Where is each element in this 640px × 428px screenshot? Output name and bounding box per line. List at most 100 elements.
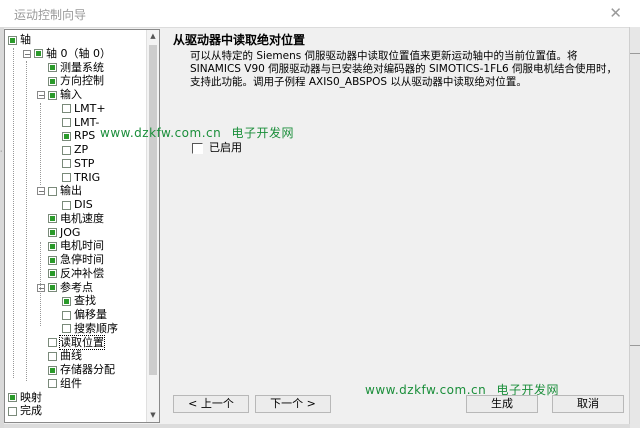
tree-item[interactable]: 轴 (8, 33, 31, 47)
tree-checkbox-icon[interactable] (48, 269, 57, 279)
tree-item[interactable]: 电机时间 (48, 239, 104, 253)
tree-checkbox-icon[interactable] (62, 310, 71, 320)
tree-item-label: STP (74, 156, 95, 170)
tree-checkbox-icon[interactable] (48, 228, 57, 237)
tree-checkbox-icon[interactable] (48, 90, 57, 100)
tree-checkbox-icon[interactable] (62, 159, 71, 169)
tree-item-label: 电机时间 (60, 239, 104, 253)
tree-item-label: 偏移量 (74, 308, 107, 321)
tree-item[interactable]: DIS (62, 198, 93, 212)
tree-item[interactable]: 搜索顺序 (62, 322, 118, 336)
tree-checkbox-icon[interactable] (62, 131, 71, 141)
tree-checkbox-icon[interactable] (48, 186, 57, 196)
tree-checkbox-icon[interactable] (48, 351, 57, 361)
tree-checkbox-icon[interactable] (8, 35, 17, 45)
tree-item-label: 读取位置 (59, 334, 105, 350)
bottom-edge (4, 424, 630, 428)
tree-checkbox-icon[interactable] (48, 365, 57, 375)
tree-checkbox-icon[interactable] (48, 379, 57, 389)
tree-item-label: 搜索顺序 (74, 321, 118, 335)
tree-checkbox-icon[interactable] (62, 296, 71, 306)
enable-checkbox[interactable]: 已启用 (192, 139, 242, 155)
next-button[interactable]: 下一个 > (255, 395, 331, 413)
tree-item-label: 组件 (60, 376, 82, 390)
tree-checkbox-icon[interactable] (48, 241, 57, 251)
tree-checkbox-icon[interactable] (62, 104, 71, 114)
description-line: SINAMICS V90 伺服驱动器与已安装绝对编码器的 SIMOTICS-1F… (190, 63, 617, 75)
tree-item-label: 完成 (20, 404, 42, 418)
scroll-thumb[interactable] (149, 45, 157, 375)
edge-mark-icon: ᐧ (0, 147, 3, 156)
tree-item[interactable]: 曲线 (48, 349, 82, 363)
tree-checkbox-icon[interactable] (8, 406, 17, 416)
wizard-tree[interactable]: ▲ ▼ 轴 − 轴 0（轴 0） − 测量系统方向控制输入 − LMT+LMT-RPSZPS… (4, 29, 160, 423)
tree-item[interactable]: 组件 (48, 377, 82, 391)
tree-item[interactable]: 参考点 (48, 281, 93, 295)
tree-item[interactable]: TRIG (62, 171, 100, 185)
tree-guide-line (26, 61, 27, 381)
tree-item-label: 输入 (60, 88, 82, 101)
right-scroll-edge (629, 27, 640, 428)
tree-checkbox-icon[interactable] (62, 145, 71, 155)
tree-item-label: 参考点 (60, 280, 93, 294)
tree-checkbox-icon[interactable] (48, 214, 57, 224)
tree-item[interactable]: 测量系统 (48, 61, 104, 75)
tree-item[interactable]: 方向控制 (48, 74, 104, 88)
tree-item[interactable]: 存储器分配 (48, 363, 115, 377)
description: 可以从特定的 Siemens 伺服驱动器中读取位置值来更新运动轴中的当前位置值。… (190, 50, 630, 89)
tree-item-label: RPS (74, 129, 96, 143)
tree-item-label: TRIG (74, 170, 101, 184)
tree-item-label: 存储器分配 (60, 363, 115, 376)
prev-button[interactable]: < 上一个 (173, 395, 249, 413)
tree-item[interactable]: JOG (48, 226, 80, 240)
scroll-up-icon[interactable]: ▲ (147, 30, 159, 43)
tree-item-label: 输出 (60, 184, 82, 198)
tree-item[interactable]: 偏移量 (62, 308, 107, 322)
tree-item[interactable]: LMT+ (62, 102, 106, 116)
page-title: 从驱动器中读取绝对位置 (173, 33, 306, 47)
cancel-button[interactable]: 取消 (552, 395, 624, 413)
tree-checkbox-icon[interactable] (62, 118, 71, 127)
tree-checkbox-icon[interactable] (34, 49, 43, 59)
tree-checkbox-icon[interactable] (48, 76, 57, 86)
description-line: 支持此功能。调用子例程 AXIS0_ABSPOS 以从驱动器中读取绝对位置。 (190, 76, 527, 88)
tree-item[interactable]: LMT- (62, 116, 99, 130)
close-icon[interactable]: ✕ (609, 4, 622, 22)
tree-checkbox-icon[interactable] (48, 283, 57, 292)
tree-checkbox-icon[interactable] (62, 200, 71, 210)
tree-checkbox-icon[interactable] (62, 324, 71, 334)
tree-checkbox-icon[interactable] (48, 255, 57, 265)
tree-item[interactable]: ZP (62, 143, 88, 157)
checkbox-icon[interactable] (192, 142, 203, 154)
tree-item[interactable]: 输出 (48, 184, 82, 198)
tree-item[interactable]: 查找 (62, 294, 96, 308)
tree-checkbox-icon[interactable] (48, 338, 57, 347)
tree-item[interactable]: 轴 0（轴 0） (34, 47, 111, 61)
scroll-down-icon[interactable]: ▼ (147, 409, 159, 422)
tree-scrollbar[interactable]: ▲ ▼ (146, 30, 159, 422)
tree-item-label: 电机速度 (60, 211, 104, 225)
tree-item[interactable]: 反冲补偿 (48, 267, 104, 281)
tree-item[interactable]: RPS (62, 129, 95, 143)
expand-collapse-icon[interactable]: − (37, 91, 45, 100)
tree-item[interactable]: 完成 (8, 404, 42, 418)
tree-checkbox-icon[interactable] (48, 63, 57, 72)
tree-item-label: 方向控制 (60, 74, 104, 88)
tree-guide-line (40, 103, 41, 185)
tree-item[interactable]: 读取位置 (48, 334, 105, 350)
tree-item[interactable]: 映射 (8, 391, 42, 405)
tree-item[interactable]: 电机速度 (48, 212, 104, 226)
tree-checkbox-icon[interactable] (8, 393, 17, 402)
expand-collapse-icon[interactable]: − (23, 49, 31, 58)
tree-item-label: 曲线 (60, 349, 82, 363)
tree-item-label: 急停时间 (60, 253, 104, 266)
tree-item[interactable]: 急停时间 (48, 253, 104, 267)
tree-item-label: 测量系统 (60, 60, 104, 74)
finish-button[interactable]: 生成 (466, 395, 538, 413)
tree-item-label: 轴 0（轴 0） (46, 46, 111, 60)
tree-item[interactable]: STP (62, 157, 94, 171)
expand-collapse-icon[interactable]: − (37, 187, 45, 196)
tree-checkbox-icon[interactable] (62, 173, 71, 182)
tree-item[interactable]: 输入 (48, 88, 82, 102)
expand-collapse-icon[interactable]: − (37, 283, 45, 292)
